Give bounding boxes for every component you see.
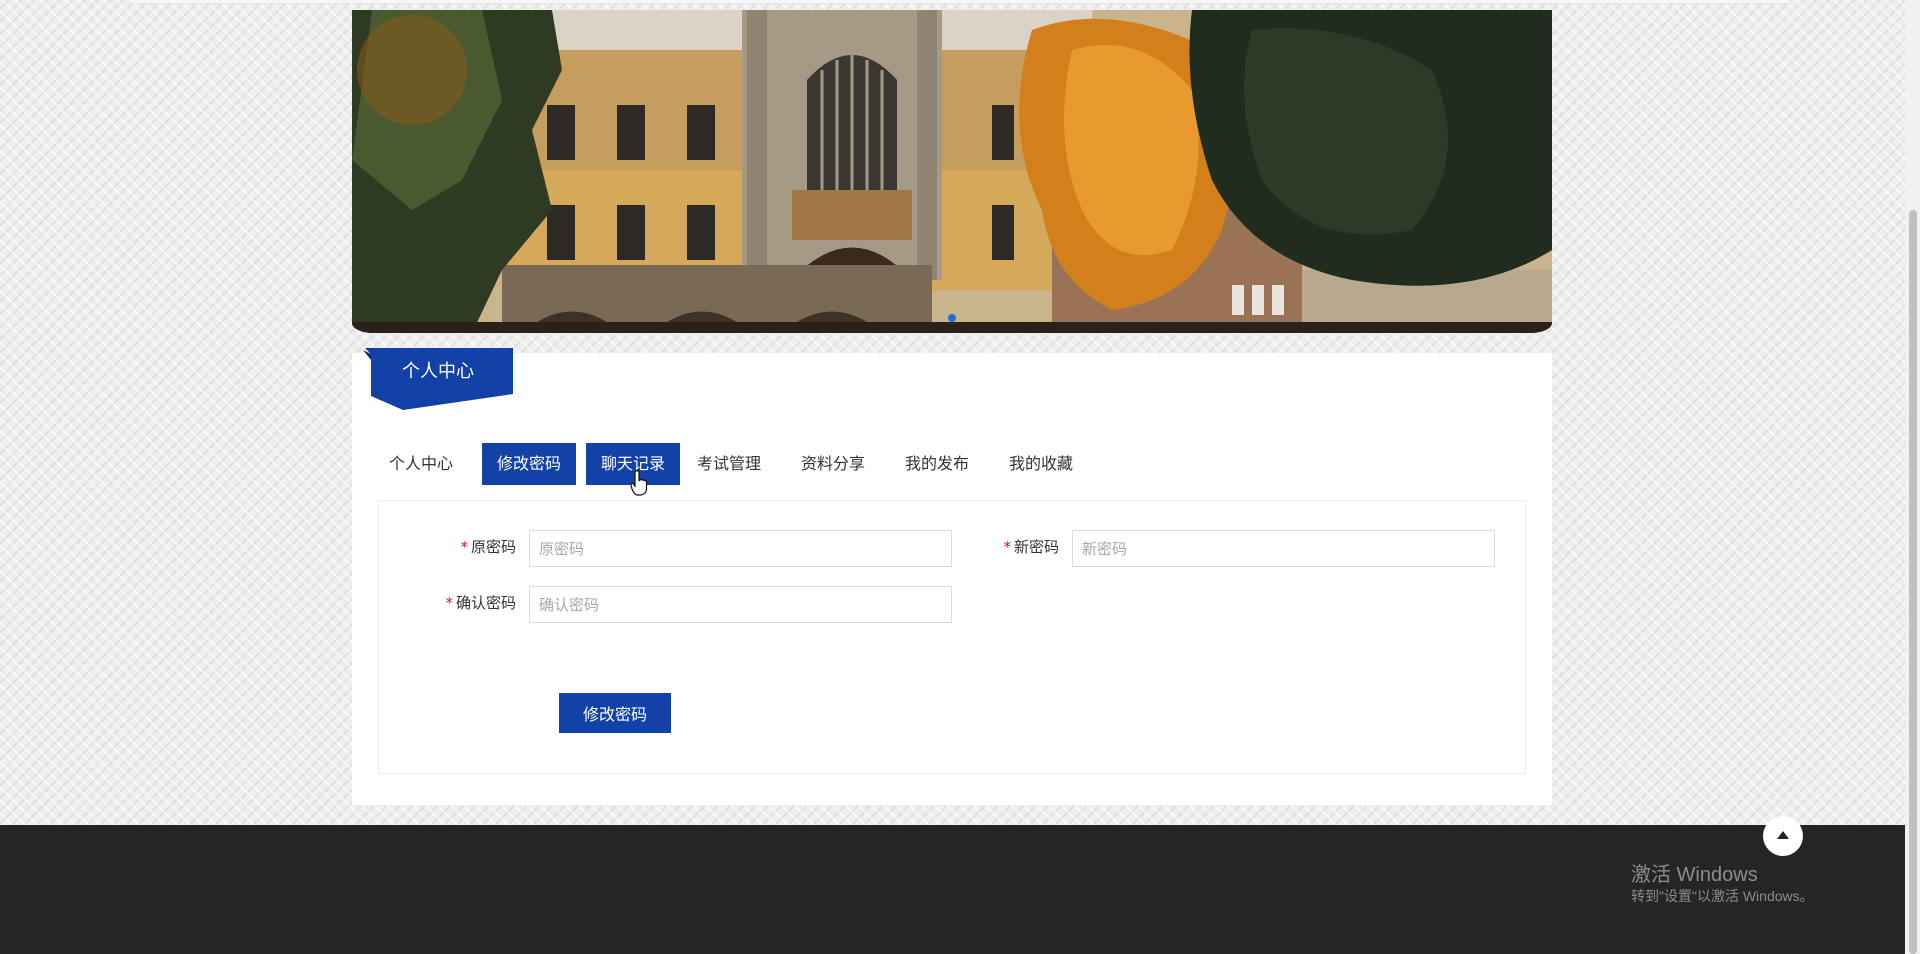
section-ribbon: 个人中心: [363, 348, 513, 410]
required-mark: *: [460, 538, 468, 556]
tab-personal-center[interactable]: 个人中心: [386, 443, 456, 485]
old-password-input[interactable]: [529, 530, 952, 567]
hand-cursor-icon: [630, 470, 648, 496]
page-footer: [0, 825, 1905, 954]
tab-exam-management[interactable]: 考试管理: [694, 443, 764, 485]
new-password-label: * 新密码: [1003, 538, 1059, 556]
banner-photo: [352, 10, 1552, 333]
banner-image: [352, 10, 1552, 333]
required-mark: *: [1003, 538, 1011, 556]
change-password-button[interactable]: 修改密码: [559, 693, 671, 733]
old-password-label: * 原密码: [460, 538, 516, 556]
top-bar-edge: [130, 0, 1790, 4]
back-to-top-button[interactable]: [1763, 816, 1803, 856]
tab-my-favorites[interactable]: 我的收藏: [1006, 443, 1076, 485]
tab-change-password[interactable]: 修改密码: [482, 443, 576, 485]
required-mark: *: [445, 594, 453, 612]
tab-my-posts[interactable]: 我的发布: [902, 443, 972, 485]
confirm-password-label: * 确认密码: [445, 594, 516, 612]
arrow-up-icon: [1777, 831, 1789, 839]
windows-activation-title: 激活 Windows: [1631, 864, 1758, 886]
slider-indicator-dot[interactable]: [948, 314, 956, 322]
new-password-input[interactable]: [1072, 530, 1495, 567]
scrollbar-thumb[interactable]: [1909, 210, 1917, 954]
tab-resource-sharing[interactable]: 资料分享: [798, 443, 868, 485]
section-title: 个人中心: [402, 361, 474, 382]
confirm-password-input[interactable]: [529, 586, 952, 623]
windows-activation-subtitle: 转到"设置"以激活 Windows。: [1631, 888, 1814, 904]
vertical-scrollbar[interactable]: [1905, 0, 1920, 954]
